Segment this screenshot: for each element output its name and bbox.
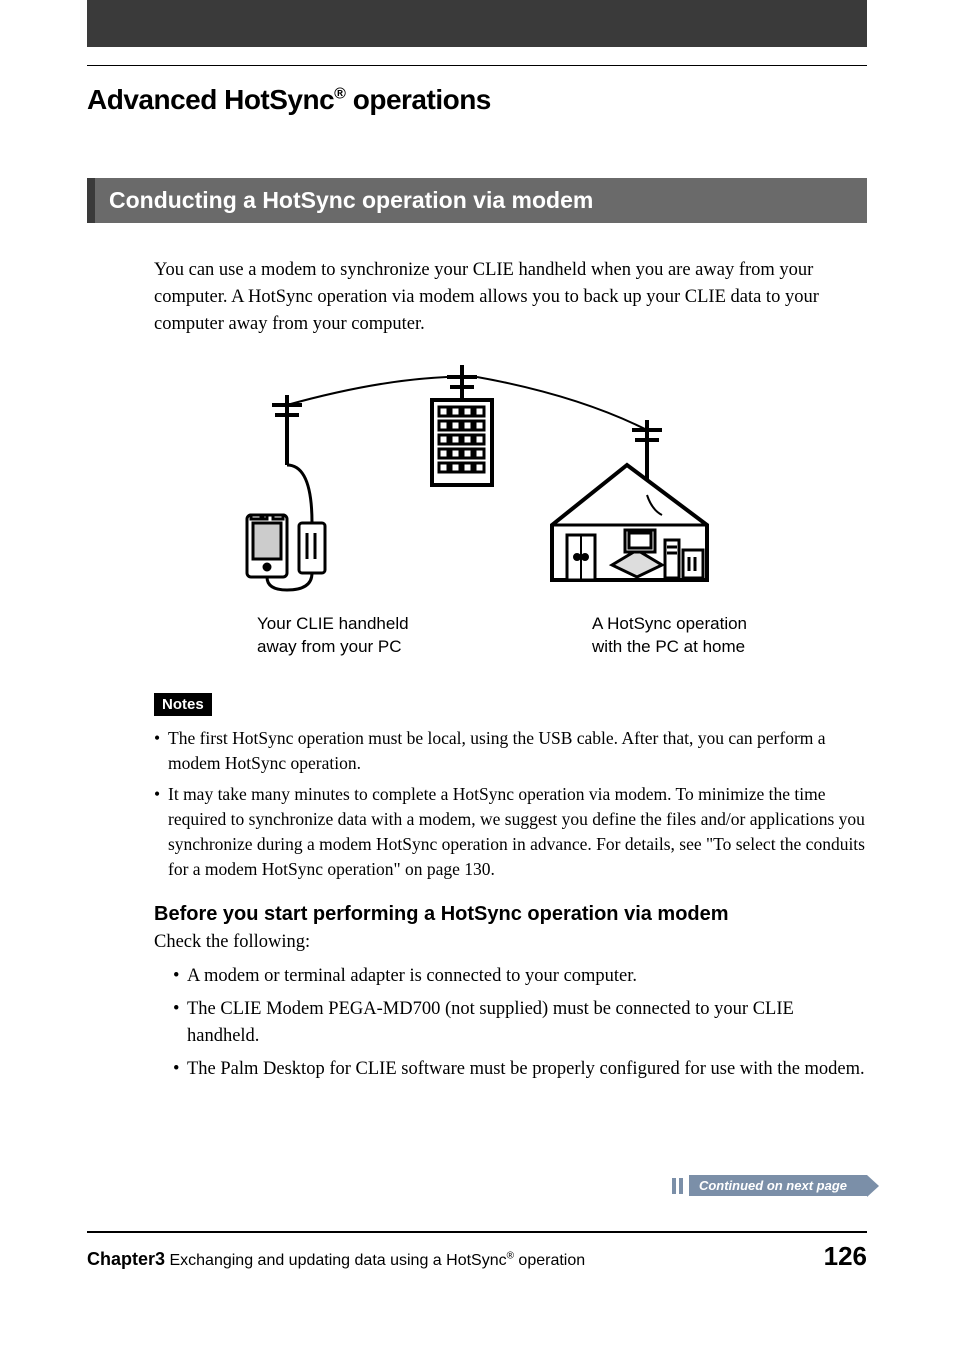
intro-paragraph: You can use a modem to synchronize your … — [154, 257, 867, 337]
page-content: Advanced HotSync® operations Conducting … — [87, 47, 867, 1352]
header-rule — [87, 65, 867, 66]
before-heading: Before you start performing a HotSync op… — [154, 903, 867, 926]
bullet-dot: • — [173, 1056, 187, 1083]
chapter-text-post: operation — [514, 1252, 585, 1269]
diagram-captions: Your CLIE handheld away from your PC A H… — [257, 613, 747, 659]
caption-right-line1: A HotSync operation — [592, 614, 747, 633]
list-item: • The Palm Desktop for CLIE software mus… — [173, 1056, 867, 1083]
check-text-1: The CLIE Modem PEGA-MD700 (not supplied)… — [187, 996, 867, 1050]
caption-right-line2: with the PC at home — [592, 637, 745, 656]
caption-right: A HotSync operation with the PC at home — [592, 613, 747, 659]
list-item: • It may take many minutes to complete a… — [154, 782, 867, 881]
list-item: • A modem or terminal adapter is connect… — [173, 963, 867, 990]
check-list: • A modem or terminal adapter is connect… — [173, 963, 867, 1082]
list-item: • The CLIE Modem PEGA-MD700 (not supplie… — [173, 996, 867, 1050]
list-item: • The first HotSync operation must be lo… — [154, 726, 867, 776]
bullet-dot: • — [154, 782, 168, 881]
notes-list: • The first HotSync operation must be lo… — [154, 726, 867, 881]
caption-left: Your CLIE handheld away from your PC — [257, 613, 409, 659]
page-title: Advanced HotSync® operations — [87, 84, 867, 116]
page-footer: Chapter3 Exchanging and updating data us… — [87, 1231, 867, 1272]
notes-label: Notes — [154, 693, 212, 716]
footer-chapter: Chapter3 Exchanging and updating data us… — [87, 1249, 585, 1270]
page-number: 126 — [824, 1241, 867, 1272]
title-post: operations — [345, 84, 490, 115]
arrow-right-icon — [867, 1175, 879, 1197]
header-bar — [87, 0, 867, 47]
chapter-text-pre: Exchanging and updating data using a Hot… — [165, 1252, 507, 1269]
continued-label: Continued on next page — [689, 1175, 867, 1196]
check-text-2: The Palm Desktop for CLIE software must … — [187, 1056, 867, 1083]
continued-bars-icon — [672, 1178, 683, 1194]
before-lead: Check the following: — [154, 932, 867, 953]
caption-left-line1: Your CLIE handheld — [257, 614, 409, 633]
title-pre: Advanced HotSync — [87, 84, 334, 115]
caption-left-line2: away from your PC — [257, 637, 402, 656]
registered-mark: ® — [507, 1251, 514, 1262]
registered-mark: ® — [334, 86, 345, 103]
note-text-1: It may take many minutes to complete a H… — [168, 782, 867, 881]
modem-diagram — [217, 365, 737, 605]
bullet-dot: • — [173, 996, 187, 1050]
bullet-dot: • — [173, 963, 187, 990]
continued-banner: Continued on next page — [672, 1175, 867, 1196]
bullet-dot: • — [154, 726, 168, 776]
section-heading: Conducting a HotSync operation via modem — [87, 178, 867, 223]
note-text-0: The first HotSync operation must be loca… — [168, 726, 867, 776]
chapter-label: Chapter3 — [87, 1249, 165, 1269]
check-text-0: A modem or terminal adapter is connected… — [187, 963, 867, 990]
continued-text: Continued on next page — [699, 1178, 847, 1193]
